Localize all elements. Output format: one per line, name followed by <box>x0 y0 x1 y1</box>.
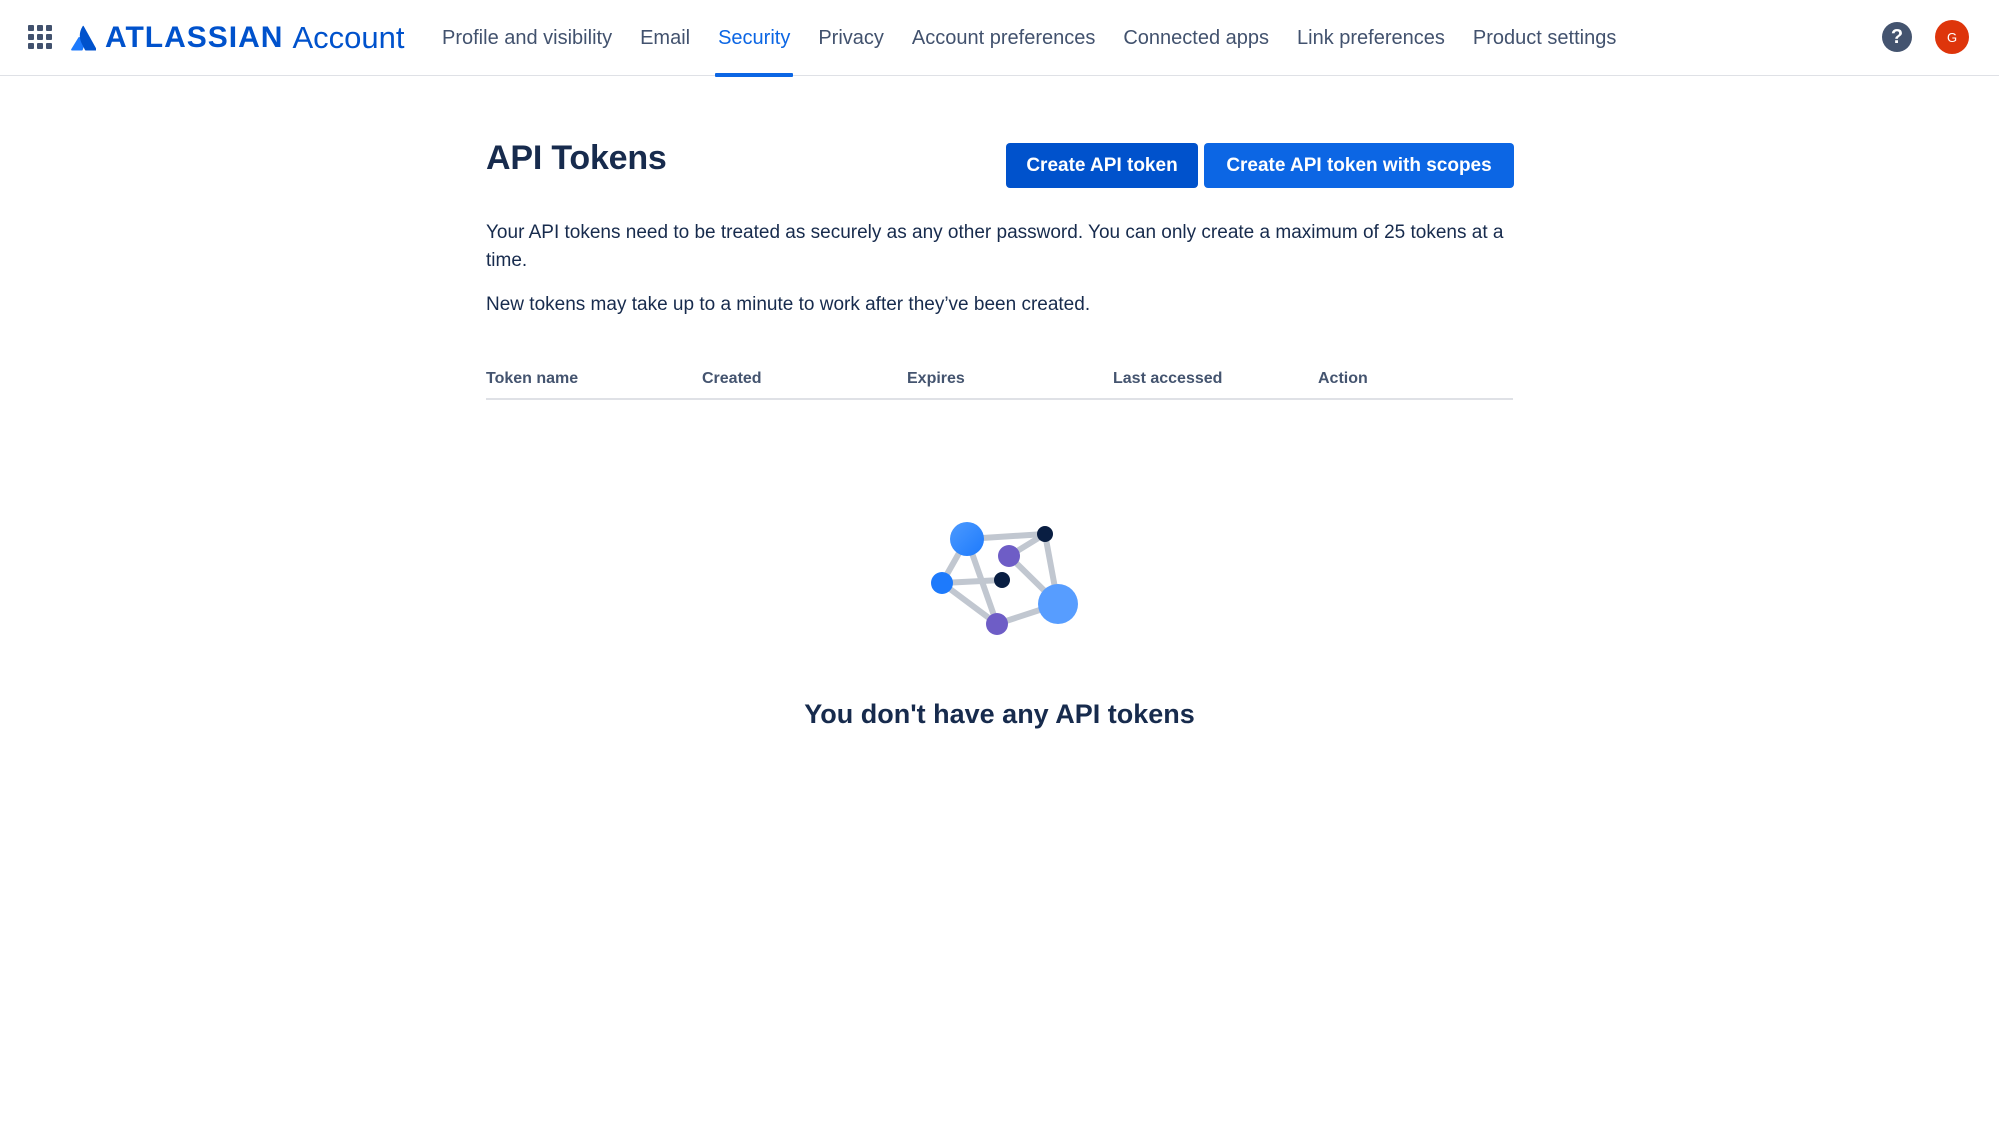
brand-wordmark: ATLASSIAN <box>105 21 284 54</box>
column-expires[interactable]: Expires <box>907 370 965 388</box>
column-action: Action <box>1318 370 1368 387</box>
nav-link-preferences[interactable]: Link preferences <box>1283 0 1459 76</box>
main-content: API Tokens Create API token Create API t… <box>486 76 1514 729</box>
create-api-token-with-scopes-button[interactable]: Create API token with scopes <box>1204 143 1514 188</box>
app-switcher-icon[interactable] <box>25 22 57 54</box>
nav-profile-and-visibility[interactable]: Profile and visibility <box>428 0 626 76</box>
page-header: API Tokens Create API token Create API t… <box>486 76 1514 196</box>
empty-state-title: You don't have any API tokens <box>804 699 1195 729</box>
help-icon[interactable]: ? <box>1882 22 1912 52</box>
column-token-name[interactable]: Token name <box>486 370 578 388</box>
nav-security[interactable]: Security <box>704 0 804 77</box>
column-last-accessed[interactable]: Last accessed <box>1113 370 1222 388</box>
create-api-token-button[interactable]: Create API token <box>1006 143 1198 188</box>
nav-product-settings[interactable]: Product settings <box>1459 0 1630 76</box>
api-tokens-description: Your API tokens need to be treated as se… <box>486 222 1504 271</box>
empty-state: You don't have any API tokens <box>486 511 1513 730</box>
page-title: API Tokens <box>486 139 667 177</box>
api-tokens-note: New tokens may take up to a minute to wo… <box>486 294 1091 315</box>
nav-account-preferences[interactable]: Account preferences <box>898 0 1109 76</box>
token-network-illustration <box>930 522 1078 635</box>
atlassian-logo-icon <box>71 25 96 51</box>
top-navigation: ATLASSIAN Account Profile and visibility… <box>0 0 1999 77</box>
avatar[interactable]: G <box>1935 20 1969 54</box>
column-created[interactable]: Created <box>702 370 762 388</box>
nav-email[interactable]: Email <box>626 0 704 76</box>
nav-connected-apps[interactable]: Connected apps <box>1109 0 1283 76</box>
nav-privacy[interactable]: Privacy <box>804 0 898 76</box>
product-name: Account <box>292 20 405 55</box>
tokens-table-header: Token name Created Expires Last accessed… <box>486 370 1513 400</box>
primary-nav: Profile and visibility Email Security Priva… <box>428 0 1630 77</box>
atlassian-account-logo[interactable]: ATLASSIAN Account <box>70 18 404 58</box>
